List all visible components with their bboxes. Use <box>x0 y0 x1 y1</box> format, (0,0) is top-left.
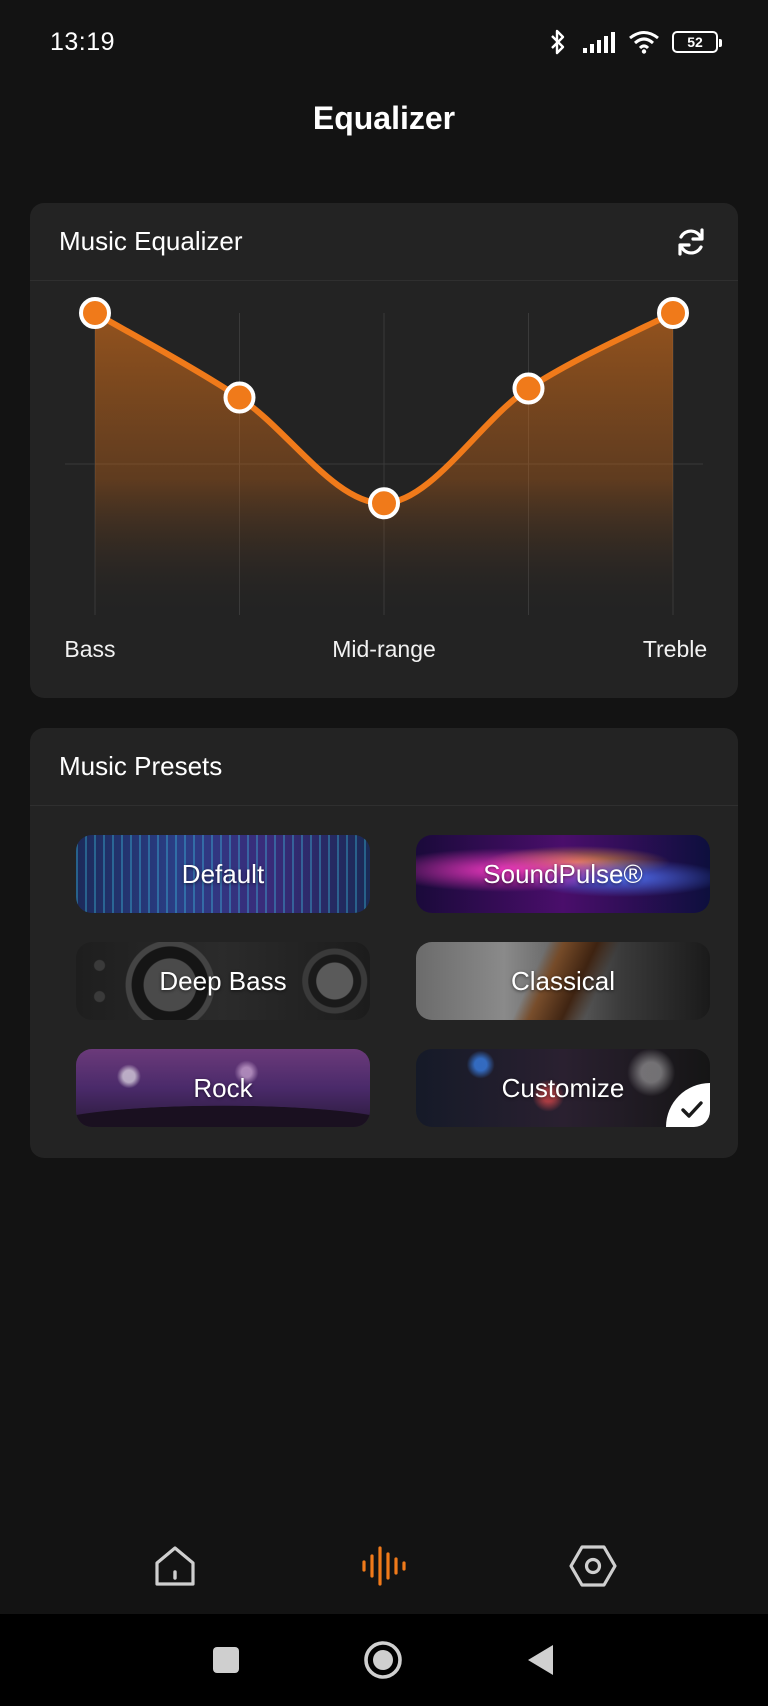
bass-label: Bass <box>64 636 116 662</box>
preset-label: SoundPulse® <box>483 858 643 889</box>
equalizer-header: Music Equalizer <box>30 203 738 281</box>
preset-customize[interactable]: Customize <box>416 1049 710 1127</box>
signal-icon <box>583 32 615 53</box>
band-handle-0[interactable] <box>79 297 111 329</box>
recents-button[interactable] <box>210 1644 242 1676</box>
preset-label: Default <box>181 858 265 889</box>
back-button[interactable] <box>524 1642 558 1678</box>
status-bar: 13:19 52 <box>0 0 768 84</box>
preset-rock[interactable]: Rock <box>76 1049 370 1127</box>
home-icon <box>155 1546 195 1586</box>
preset-label: Rock <box>193 1072 253 1103</box>
preset-label: Classical <box>510 965 616 996</box>
home-button[interactable] <box>362 1639 404 1681</box>
equalizer-card: Music Equalizer Bass Mid-range Treble <box>30 203 738 698</box>
mid-range-label: Mid-range <box>332 636 436 662</box>
battery-level: 52 <box>687 34 703 50</box>
wifi-icon <box>629 31 659 54</box>
preset-default[interactable]: Default <box>76 835 370 913</box>
equalizer-chart[interactable]: Bass Mid-range Treble <box>30 281 738 698</box>
refresh-icon[interactable] <box>674 225 708 259</box>
preset-deep-bass[interactable]: Deep Bass <box>76 942 370 1020</box>
equalizer-icon <box>362 1546 406 1586</box>
status-time: 13:19 <box>50 27 116 56</box>
battery-icon: 52 <box>672 31 722 53</box>
preset-soundpulse[interactable]: SoundPulse® <box>416 835 710 913</box>
equalizer-title: Music Equalizer <box>59 226 243 256</box>
treble-label: Treble <box>642 636 708 662</box>
band-handle-3[interactable] <box>512 372 545 405</box>
nav-home[interactable] <box>145 1536 205 1596</box>
band-handle-4[interactable] <box>657 297 689 329</box>
system-nav-bar <box>0 1614 768 1706</box>
preset-classical[interactable]: Classical <box>416 942 710 1020</box>
presets-card: Music Presets Default SoundPulse® Deep B… <box>30 728 738 1158</box>
status-icons: 52 <box>546 28 722 56</box>
preset-label: Customize <box>501 1072 625 1103</box>
presets-title: Music Presets <box>59 751 223 781</box>
bottom-nav <box>0 1520 768 1612</box>
band-handle-2[interactable] <box>368 487 400 520</box>
nav-equalizer[interactable] <box>354 1536 414 1596</box>
preset-label: Deep Bass <box>159 965 287 996</box>
page-title: Equalizer <box>312 100 456 136</box>
bluetooth-icon <box>551 29 565 55</box>
check-icon <box>681 1101 703 1118</box>
nav-settings[interactable] <box>563 1536 623 1596</box>
settings-icon <box>569 1545 617 1587</box>
presets-header: Music Presets <box>30 728 738 806</box>
band-handle-1[interactable] <box>223 381 256 414</box>
presets-grid: Default SoundPulse® Deep Bass Classical … <box>76 835 710 1127</box>
